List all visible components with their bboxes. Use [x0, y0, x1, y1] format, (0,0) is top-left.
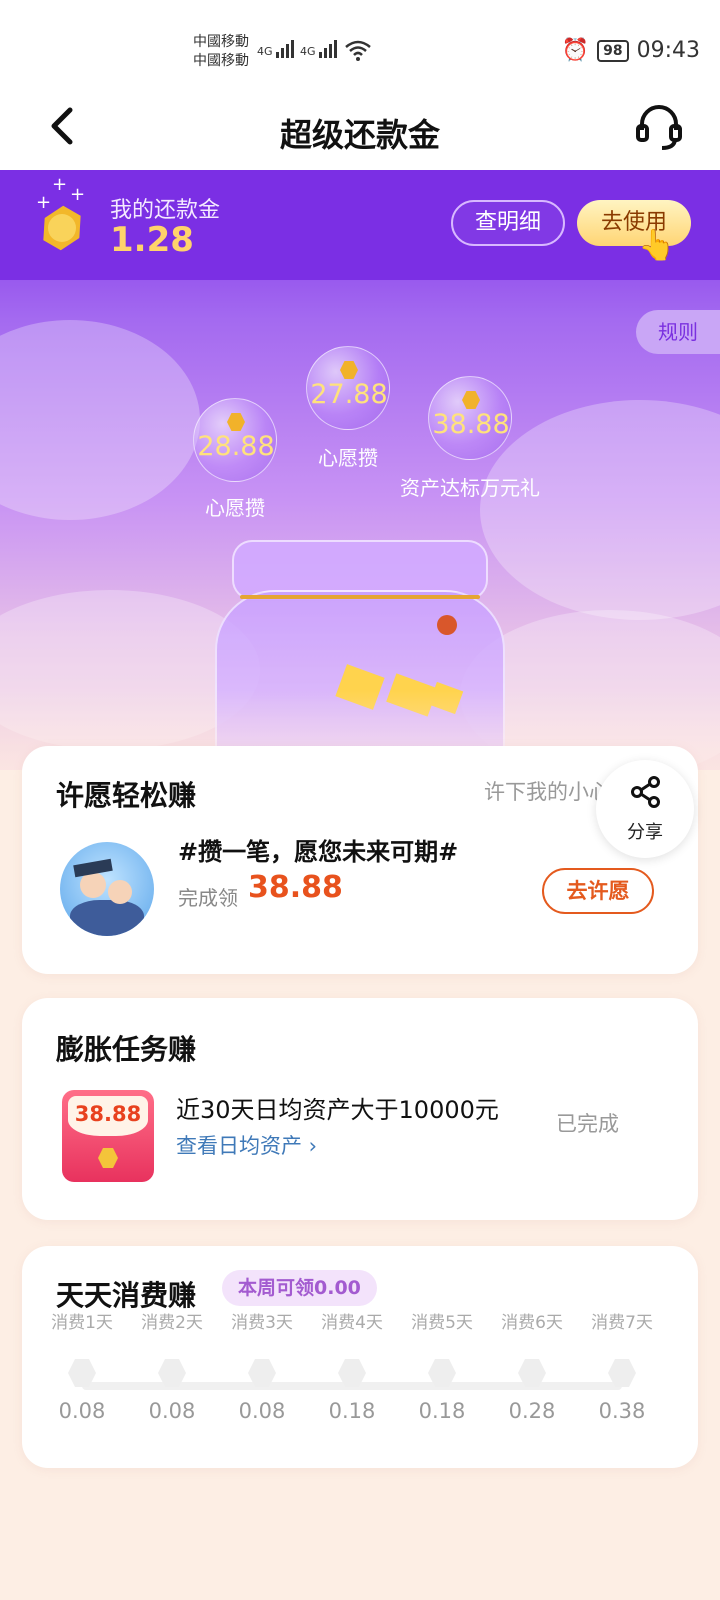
red-packet-value: 38.88	[74, 1102, 142, 1126]
day-node-icon	[428, 1359, 456, 1387]
sparkle-icon: +	[36, 192, 52, 213]
bubble-label: 心愿攒	[318, 446, 378, 470]
page-title: 超级还款金	[279, 116, 440, 154]
coin-icon	[340, 361, 358, 379]
coin-icon	[227, 413, 245, 431]
day-item: 消费3天 0.08	[217, 1308, 307, 1423]
bubble-2[interactable]: 27.88	[306, 346, 390, 430]
day-node-icon	[338, 1359, 366, 1387]
day-value: 0.08	[238, 1399, 286, 1423]
signal-1-icon: 4G	[257, 40, 296, 58]
wish-card: 许愿轻松赚 许下我的小心愿 分享 #攒一笔，愿您未来可期# 完成领 38.88 …	[22, 746, 698, 974]
nav-bar: 超级还款金	[0, 90, 720, 170]
day-value: 0.08	[58, 1399, 106, 1423]
wish-reward-value: 38.88	[248, 870, 343, 905]
carrier-info: 中國移動 中國移動	[193, 33, 249, 71]
day-value: 0.08	[148, 1399, 196, 1423]
day-value: 0.18	[328, 1399, 376, 1423]
day-node-icon	[68, 1359, 96, 1387]
bubble-value: 28.88	[197, 431, 275, 462]
day-value: 0.18	[418, 1399, 466, 1423]
make-wish-button[interactable]: 去许愿	[542, 868, 654, 914]
view-average-assets-link[interactable]: 查看日均资产 ›	[176, 1130, 317, 1160]
day-label: 消费3天	[231, 1313, 293, 1333]
day-value: 0.28	[508, 1399, 556, 1423]
day-item: 消费7天 0.38	[577, 1308, 667, 1423]
carrier-1: 中國移動	[193, 34, 249, 50]
day-label: 消费2天	[141, 1313, 203, 1333]
day-node-icon	[158, 1359, 186, 1387]
week-claimable-badge: 本周可领0.00	[222, 1270, 377, 1306]
day-label: 消费6天	[501, 1313, 563, 1333]
share-label: 分享	[627, 822, 663, 843]
day-item: 消费1天 0.08	[37, 1308, 127, 1423]
alarm-icon: ⏰	[561, 38, 590, 63]
share-button[interactable]: 分享	[596, 760, 694, 858]
task-status: 已完成	[556, 1112, 619, 1136]
hero-banner: + + + 我的还款金 1.28 查明细 去使用 👆 规则 28.88 心愿攒 …	[0, 170, 720, 770]
customer-service-icon[interactable]	[634, 102, 684, 152]
day-node-icon	[608, 1359, 636, 1387]
graduates-avatar	[60, 842, 154, 936]
day-label: 消费4天	[321, 1313, 383, 1333]
pointing-hand-icon: 👆	[638, 228, 676, 263]
bubble-value: 38.88	[432, 409, 510, 440]
day-node-icon	[518, 1359, 546, 1387]
day-item: 消费2天 0.08	[127, 1308, 217, 1423]
signal-2-icon: 4G	[300, 40, 339, 58]
bubble-label: 心愿攒	[205, 496, 265, 520]
status-bar: 中國移動 中國移動 4G 4G ⏰ 98 09:43	[0, 0, 720, 90]
bubble-1[interactable]: 28.88	[193, 398, 277, 482]
view-details-button[interactable]: 查明细	[451, 200, 565, 246]
wifi-icon	[345, 40, 371, 68]
balance-value: 1.28	[110, 220, 194, 260]
network-2: 4G	[300, 45, 316, 58]
battery-indicator: 98	[597, 39, 629, 62]
clock: 09:43	[636, 38, 700, 63]
wish-card-title: 许愿轻松赚	[56, 779, 197, 812]
wish-task-title: #攒一笔，愿您未来可期#	[178, 838, 459, 866]
carrier-2: 中國移動	[193, 53, 249, 69]
day-item: 消费4天 0.18	[307, 1308, 397, 1423]
expand-task-card: 膨胀任务赚 38.88 近30天日均资产大于10000元 查看日均资产 › 已完…	[22, 998, 698, 1220]
wish-reward-label: 完成领	[178, 886, 238, 910]
day-label: 消费7天	[591, 1313, 653, 1333]
sparkle-icon: +	[52, 174, 68, 195]
balance-bar: + + + 我的还款金 1.28 查明细 去使用 👆	[0, 170, 720, 280]
sparkle-icon: +	[70, 184, 86, 205]
jar-bead	[437, 615, 457, 635]
jar-string	[240, 595, 480, 599]
daily-spend-card: 天天消费赚 本周可领0.00 消费1天 0.08 消费2天 0.08 消费3天 …	[22, 1246, 698, 1468]
coin-icon	[462, 391, 480, 409]
share-icon	[631, 776, 660, 808]
coin-inner-icon	[48, 214, 76, 242]
day-value: 0.38	[598, 1399, 646, 1423]
bubble-label: 资产达标万元礼	[400, 476, 540, 500]
day-label: 消费1天	[51, 1313, 113, 1333]
rules-button[interactable]: 规则	[636, 310, 720, 354]
expand-card-title: 膨胀任务赚	[56, 1033, 197, 1066]
red-packet-icon: 38.88	[62, 1090, 154, 1182]
bubble-value: 27.88	[310, 379, 388, 410]
network-1: 4G	[257, 45, 273, 58]
expand-task-title: 近30天日均资产大于10000元	[176, 1096, 499, 1124]
bubble-3[interactable]: 38.88	[428, 376, 512, 460]
day-node-icon	[248, 1359, 276, 1387]
day-item: 消费5天 0.18	[397, 1308, 487, 1423]
day-item: 消费6天 0.28	[487, 1308, 577, 1423]
day-label: 消费5天	[411, 1313, 473, 1333]
